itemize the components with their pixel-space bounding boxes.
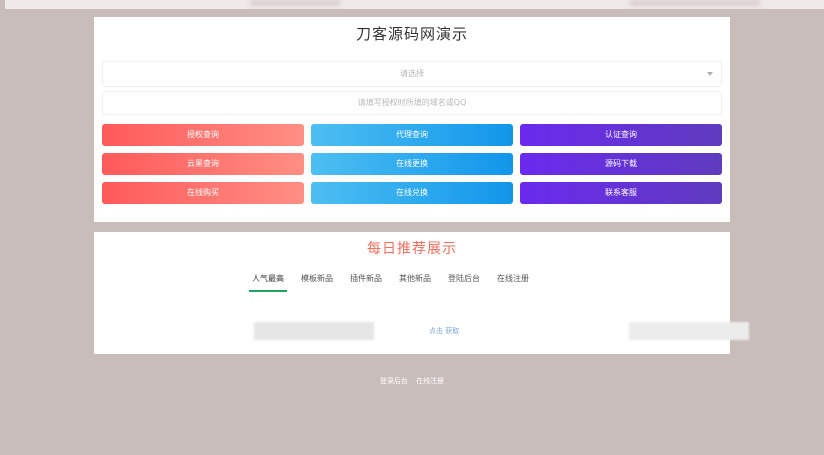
tab-popular[interactable]: 人气最高 [249, 272, 287, 292]
top-background-strip [5, 0, 824, 9]
tab-template-new[interactable]: 模板新品 [301, 272, 333, 292]
blurred-product-item [254, 322, 374, 340]
recommend-tip: 点击 获取 [429, 327, 460, 335]
online-exchange-button[interactable]: 在线兑换 [311, 182, 513, 204]
certification-query-button[interactable]: 认证查询 [520, 124, 722, 146]
select-placeholder: 请选择 [400, 69, 424, 78]
recommend-panel: 每日推荐展示 人气最高 模板新品 插件新品 其他新品 登陆后台 在线注册 点击 … [94, 232, 749, 354]
blurred-product-item [629, 322, 749, 340]
tab-register[interactable]: 在线注册 [497, 272, 529, 292]
page-title: 刀客源码网演示 [355, 25, 468, 43]
tab-login-admin[interactable]: 登陆后台 [448, 272, 480, 292]
blurred-header-text [250, 0, 340, 6]
tab-other-new[interactable]: 其他新品 [399, 272, 431, 292]
domain-qq-input[interactable]: 请填写授权时所填的域名或QQ [102, 91, 722, 115]
cloud-blacklist-query-button[interactable]: 云黑查询 [102, 153, 304, 175]
agent-query-button[interactable]: 代理查询 [311, 124, 513, 146]
source-download-button[interactable]: 源码下载 [520, 153, 722, 175]
recommend-title: 每日推荐展示 [367, 241, 457, 257]
online-purchase-button[interactable]: 在线购买 [102, 182, 304, 204]
footer-register-link[interactable]: 在线注册 [416, 377, 444, 385]
online-change-button[interactable]: 在线更换 [311, 153, 513, 175]
chevron-down-icon [707, 72, 713, 76]
footer-login-link[interactable]: 登录后台 [380, 377, 408, 385]
input-placeholder: 请填写授权时所填的域名或QQ [357, 98, 467, 107]
blurred-header-text [630, 0, 760, 6]
type-select[interactable]: 请选择 [102, 61, 722, 87]
tab-plugin-new[interactable]: 插件新品 [350, 272, 382, 292]
query-panel: 刀客源码网演示 请选择 请填写授权时所填的域名或QQ 授权查询 代理查询 认证查… [94, 17, 730, 222]
contact-support-button[interactable]: 联系客服 [520, 182, 722, 204]
auth-query-button[interactable]: 授权查询 [102, 124, 304, 146]
recommend-tabs: 人气最高 模板新品 插件新品 其他新品 登陆后台 在线注册 [249, 272, 546, 292]
footer-links: 登录后台 在线注册 [0, 376, 824, 386]
